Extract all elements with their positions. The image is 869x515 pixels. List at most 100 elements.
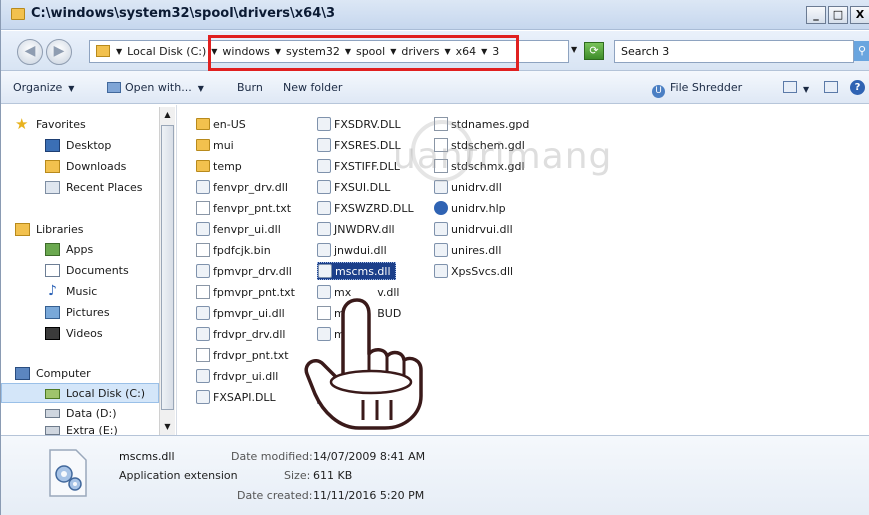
- drive-icon: [45, 425, 60, 435]
- open-with-button[interactable]: Open with... ▼: [107, 81, 204, 94]
- dll-file-icon: [317, 201, 331, 215]
- chevron-down-icon: ▼: [68, 84, 75, 93]
- apps-icon: [45, 243, 60, 256]
- file-item[interactable]: FXSRES.DLL: [317, 136, 401, 154]
- file-item[interactable]: fpmvpr_pnt.txt: [196, 283, 295, 301]
- chevron-down-icon[interactable]: ▼: [803, 82, 809, 95]
- breadcrumb-item[interactable]: Local Disk (C:): [127, 45, 206, 58]
- file-item[interactable]: unires.dll: [434, 241, 501, 259]
- gear-file-icon: [49, 449, 87, 497]
- file-item[interactable]: temp: [196, 157, 242, 175]
- dll-file-icon: [317, 180, 331, 194]
- close-button[interactable]: X: [850, 6, 869, 24]
- file-item[interactable]: fpmvpr_ui.dll: [196, 304, 285, 322]
- file-item[interactable]: FXSWZRD.DLL: [317, 199, 414, 217]
- nav-data-d[interactable]: Data (D:): [45, 407, 117, 420]
- file-item[interactable]: unidrv.hlp: [434, 199, 506, 217]
- file-name: mui: [213, 138, 234, 152]
- dll-file-icon: [434, 180, 448, 194]
- file-item[interactable]: fpmvpr_drv.dll: [196, 262, 292, 280]
- file-item[interactable]: FXSDRV.DLL: [317, 115, 401, 133]
- nav-local-disk-c[interactable]: Local Disk (C:): [45, 387, 145, 400]
- text-file-icon: [196, 348, 210, 362]
- new-folder-button[interactable]: New folder: [283, 81, 342, 94]
- minimize-button[interactable]: _: [806, 6, 826, 24]
- search-icon[interactable]: ⚲: [854, 41, 869, 61]
- file-shredder-button[interactable]: U File Shredder: [652, 81, 742, 98]
- file-item[interactable]: frdvpr_drv.dll: [196, 325, 285, 343]
- date-modified-label: Date modified:: [231, 450, 313, 463]
- back-arrow-icon: ◀: [24, 43, 36, 59]
- nav-label: Desktop: [66, 139, 112, 152]
- file-name: FXSRES.DLL: [334, 138, 401, 152]
- file-item[interactable]: unidrvui.dll: [434, 220, 513, 238]
- nav-pictures[interactable]: Pictures: [45, 306, 110, 319]
- file-item[interactable]: fenvpr_ui.dll: [196, 220, 281, 238]
- search-input[interactable]: Search 3: [614, 40, 854, 63]
- organize-button[interactable]: Organize ▼: [13, 81, 74, 94]
- file-name: FXSDRV.DLL: [334, 117, 401, 131]
- file-item[interactable]: XpsSvcs.dll: [434, 262, 513, 280]
- file-item[interactable]: frdvpr_pnt.txt: [196, 346, 289, 364]
- dll-file-icon: [196, 306, 210, 320]
- scroll-down-icon[interactable]: ▼: [161, 419, 174, 435]
- back-button[interactable]: ◀: [17, 39, 43, 65]
- file-item[interactable]: jnwdui.dll: [317, 241, 387, 259]
- highlight-box: [208, 35, 519, 71]
- file-name: fpmvpr_ui.dll: [213, 306, 285, 320]
- file-name: frdvpr_ui.dll: [213, 369, 279, 383]
- file-item[interactable]: fpdfcjk.bin: [196, 241, 271, 259]
- nav-favorites[interactable]: ★ Favorites: [15, 115, 86, 133]
- nav-apps[interactable]: Apps: [45, 243, 93, 256]
- nav-extra-e[interactable]: Extra (E:): [45, 425, 118, 435]
- nav-label: Recent Places: [66, 181, 143, 194]
- nav-label: Libraries: [36, 223, 84, 236]
- file-item[interactable]: en-US: [196, 115, 246, 133]
- file-item[interactable]: FXSAPI.DLL: [196, 388, 276, 406]
- file-item[interactable]: FXSUI.DLL: [317, 178, 390, 196]
- chevron-down-icon[interactable]: ▼: [571, 45, 577, 54]
- text-file-icon: [196, 201, 210, 215]
- file-name: jnwdui.dll: [334, 243, 387, 257]
- nav-label: Favorites: [36, 118, 86, 131]
- nav-music[interactable]: ♪ Music: [45, 284, 97, 298]
- window-controls: _ □ X: [804, 6, 869, 24]
- nav-scrollbar[interactable]: ▲ ▼: [159, 107, 175, 435]
- file-item[interactable]: mui: [196, 136, 234, 154]
- file-name: unires.dll: [451, 243, 502, 257]
- file-name: FXSTIFF.DLL: [334, 159, 400, 173]
- scroll-up-icon[interactable]: ▲: [161, 107, 174, 123]
- file-shredder-icon: U: [652, 85, 665, 98]
- help-icon[interactable]: ?: [850, 80, 865, 95]
- nav-desktop[interactable]: Desktop: [45, 139, 111, 152]
- dll-file-icon: [196, 180, 210, 194]
- open-with-icon: [107, 82, 121, 93]
- nav-recent-places[interactable]: Recent Places: [45, 181, 143, 194]
- file-item[interactable]: JNWDRV.dll: [317, 220, 395, 238]
- nav-videos[interactable]: Videos: [45, 327, 103, 340]
- nav-downloads[interactable]: Downloads: [45, 160, 126, 173]
- file-item[interactable]: FXSTIFF.DLL: [317, 157, 400, 175]
- nav-computer[interactable]: Computer: [15, 367, 91, 380]
- burn-button[interactable]: Burn: [237, 81, 263, 94]
- refresh-button[interactable]: ⟳: [584, 42, 604, 60]
- view-options-icon[interactable]: [783, 81, 797, 93]
- nav-documents[interactable]: Documents: [45, 264, 129, 277]
- file-name: frdvpr_drv.dll: [213, 327, 286, 341]
- file-item[interactable]: fenvpr_drv.dll: [196, 178, 288, 196]
- star-icon: ★: [15, 115, 29, 133]
- file-name: fpmvpr_pnt.txt: [213, 285, 295, 299]
- title-bar[interactable]: C:\windows\system32\spool\drivers\x64\3 …: [1, 0, 869, 30]
- nav-libraries[interactable]: Libraries: [15, 223, 84, 236]
- file-item[interactable]: fenvpr_pnt.txt: [196, 199, 291, 217]
- scroll-thumb[interactable]: [161, 125, 174, 410]
- chevron-right-icon[interactable]: ▼: [116, 47, 122, 60]
- file-item[interactable]: mscms.dll: [317, 262, 396, 280]
- maximize-button[interactable]: □: [828, 6, 848, 24]
- dll-file-icon: [434, 264, 448, 278]
- nav-label: Pictures: [66, 306, 110, 319]
- details-pane: mscms.dll Application extension Date mod…: [1, 435, 869, 515]
- file-item[interactable]: frdvpr_ui.dll: [196, 367, 278, 385]
- preview-pane-icon[interactable]: [824, 81, 838, 93]
- forward-button[interactable]: ▶: [46, 39, 72, 65]
